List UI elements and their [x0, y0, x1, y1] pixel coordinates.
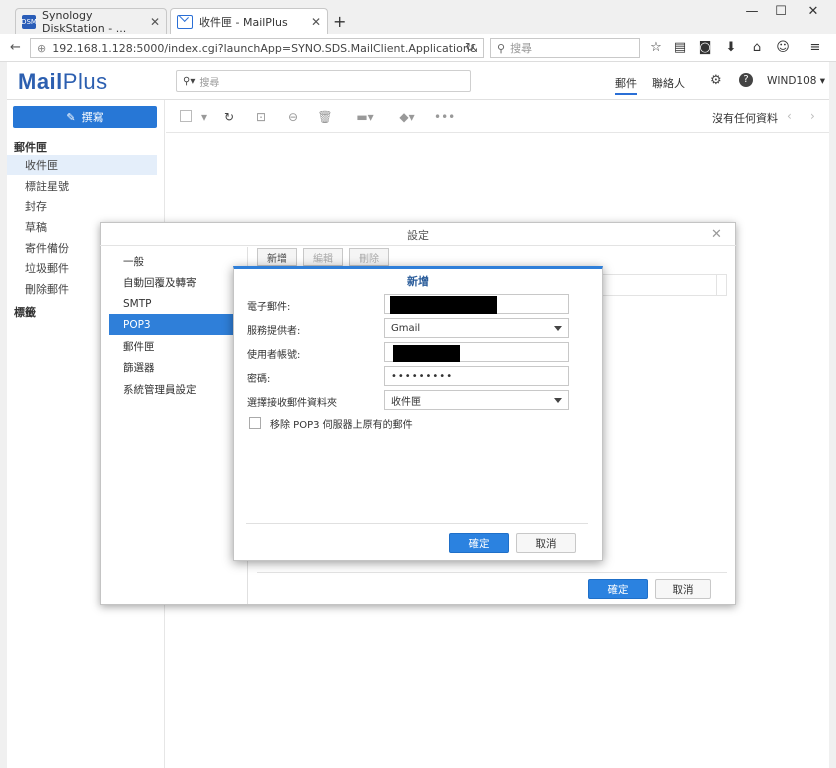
browser-search-placeholder: 搜尋	[510, 42, 533, 55]
mail-search-input[interactable]: ⚲▾ 搜尋	[176, 70, 471, 92]
add-dialog-title: 新增	[407, 275, 429, 288]
settings-nav-smtp[interactable]: SMTP	[109, 293, 247, 314]
username-field[interactable]	[384, 342, 569, 362]
chevron-down-icon[interactable]: ▾	[196, 109, 212, 125]
close-icon[interactable]: ✕	[711, 227, 722, 242]
add-ok-button[interactable]: 確定	[449, 533, 509, 553]
prev-page-icon[interactable]: ‹	[787, 109, 792, 123]
remove-from-server-label: 移除 POP3 伺服器上原有的郵件	[270, 420, 413, 431]
pocket-icon[interactable]: ◙	[697, 40, 713, 56]
email-field[interactable]	[384, 294, 569, 314]
tab-label: 收件匣 - MailPlus	[199, 15, 288, 29]
settings-ok-button[interactable]: 確定	[588, 579, 648, 599]
column-divider	[716, 274, 717, 296]
add-cancel-button[interactable]: 取消	[516, 533, 576, 553]
move-folder-icon[interactable]: ▬▾	[353, 109, 377, 125]
sidebar-item-archive[interactable]: 封存	[7, 196, 157, 216]
settings-nav-filter[interactable]: 篩選器	[109, 357, 247, 378]
tab-diskstation[interactable]: DSM Synology DiskStation - ... ✕	[15, 8, 167, 35]
minimize-icon[interactable]: —	[738, 4, 766, 22]
home-icon[interactable]: ⌂	[749, 40, 765, 56]
download-icon[interactable]: ⬇	[723, 40, 739, 56]
redacted-email	[390, 296, 497, 314]
window-close-icon[interactable]: ✕	[799, 4, 827, 22]
trash-icon[interactable]: 🗑	[317, 109, 333, 125]
archive-icon[interactable]: ⊡	[253, 109, 269, 125]
pop3-edit-button[interactable]: 編輯	[303, 248, 343, 266]
search-icon: ⚲	[497, 41, 506, 55]
email-label: 電子郵件:	[247, 302, 291, 313]
spam-icon[interactable]: ⊖	[285, 109, 301, 125]
maximize-icon[interactable]: ☐	[767, 4, 795, 22]
pop3-add-button[interactable]: 新增	[257, 248, 297, 266]
select-all-checkbox[interactable]	[180, 110, 192, 122]
gear-icon[interactable]: ⚙	[710, 73, 722, 88]
browser-search-input[interactable]: ⚲ 搜尋	[490, 38, 640, 58]
chevron-down-icon	[554, 325, 562, 331]
settings-nav-autoreply[interactable]: 自動回覆及轉寄	[109, 272, 247, 293]
sidebar-item-inbox[interactable]: 收件匣	[7, 155, 157, 175]
pencil-icon: ✎	[66, 110, 76, 124]
settings-cancel-button[interactable]: 取消	[655, 579, 711, 599]
next-page-icon[interactable]: ›	[810, 109, 815, 123]
reading-list-icon[interactable]: ▤	[672, 40, 688, 56]
help-icon[interactable]: ?	[739, 73, 753, 87]
receive-folder-select[interactable]: 收件匣	[384, 390, 569, 410]
settings-footer-divider	[257, 572, 727, 573]
new-tab-icon[interactable]: +	[333, 12, 346, 31]
password-label: 密碼:	[247, 374, 271, 385]
settings-title: 設定	[407, 229, 429, 242]
sidebar-item-starred[interactable]: 標註星號	[7, 176, 157, 196]
settings-nav-admin[interactable]: 系統管理員設定	[109, 379, 247, 400]
bookmark-star-icon[interactable]: ☆	[648, 40, 664, 56]
mailbox-heading: 郵件匣	[14, 141, 47, 154]
username-label: 使用者帳號:	[247, 350, 301, 361]
mail-search-placeholder: 搜尋	[199, 77, 220, 89]
refresh-icon[interactable]: ↻	[221, 109, 237, 125]
globe-icon: ⊕	[37, 41, 47, 55]
address-bar[interactable]: ⊕ 192.168.1.128:5000/index.cgi?launchApp…	[30, 38, 484, 58]
dsm-favicon-icon: DSM	[21, 14, 37, 29]
close-icon[interactable]: ✕	[150, 15, 160, 29]
pop3-delete-button[interactable]: 刪除	[349, 248, 389, 266]
reload-icon[interactable]: ↻	[465, 40, 475, 54]
close-icon[interactable]: ✕	[311, 15, 321, 29]
redacted-username	[393, 345, 460, 362]
more-icon[interactable]: •••	[434, 109, 455, 125]
settings-title-divider	[100, 245, 736, 246]
labels-heading: 標籤	[14, 306, 36, 319]
password-field[interactable]: •••••••••	[384, 366, 569, 386]
mail-favicon-icon	[177, 14, 193, 29]
receive-folder-label: 選擇接收郵件資料夾	[247, 398, 337, 409]
remove-from-server-checkbox[interactable]	[249, 417, 261, 429]
provider-label: 服務提供者:	[247, 326, 301, 337]
back-icon[interactable]: ←	[10, 40, 21, 55]
chevron-down-icon	[554, 397, 562, 403]
add-dialog-footer-divider	[246, 523, 588, 524]
toolbar-divider	[166, 132, 829, 133]
header-contacts-link[interactable]: 聯絡人	[652, 75, 685, 91]
search-icon: ⚲▾	[183, 75, 196, 87]
provider-select[interactable]: Gmail	[384, 318, 569, 338]
settings-nav-mailbox[interactable]: 郵件匣	[109, 336, 247, 357]
tab-mailplus[interactable]: 收件匣 - MailPlus ✕	[170, 8, 328, 34]
menu-icon[interactable]: ≡	[807, 40, 823, 56]
header-mail-link[interactable]: 郵件	[615, 75, 637, 95]
user-menu[interactable]: WIND108 ▾	[767, 75, 825, 87]
settings-nav-general[interactable]: 一般	[109, 251, 247, 272]
compose-button[interactable]: ✎ 撰寫	[13, 106, 157, 128]
empty-status: 沒有任何資料	[712, 112, 778, 125]
tab-label: Synology DiskStation - ...	[42, 8, 127, 35]
url-text: 192.168.1.128:5000/index.cgi?launchApp=S…	[52, 41, 477, 55]
smiley-icon[interactable]: ☺	[775, 40, 791, 56]
mailplus-logo: MailPlus	[18, 69, 108, 94]
tag-icon[interactable]: ◆▾	[395, 109, 419, 125]
settings-nav-pop3[interactable]: POP3	[109, 314, 247, 335]
